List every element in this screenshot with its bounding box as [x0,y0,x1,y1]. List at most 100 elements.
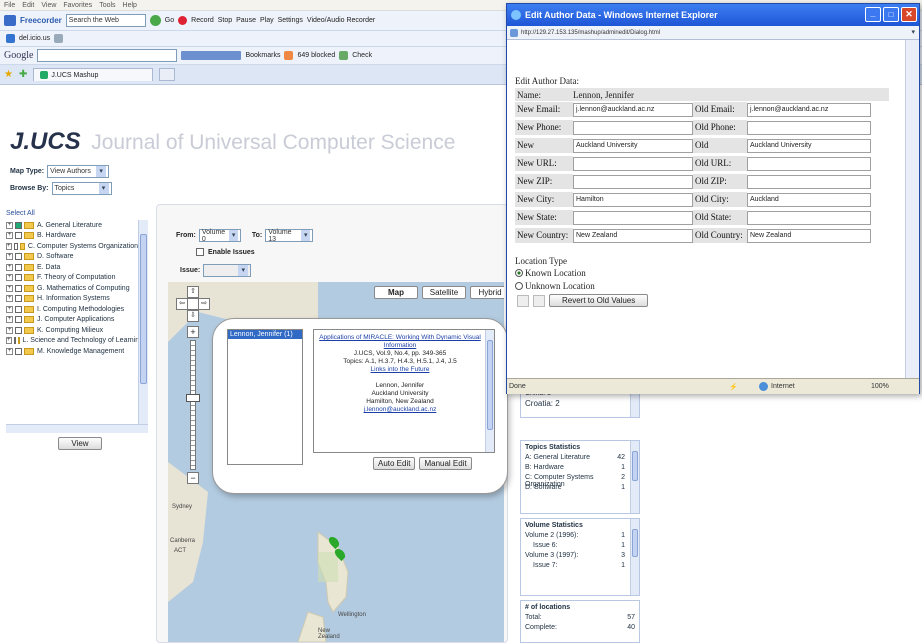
topic-tree-item[interactable]: + H. Information Systems [6,294,138,305]
topic-tree-item[interactable]: + M. Knowledge Management [6,346,138,357]
map-button[interactable]: Map [374,286,418,299]
new-field-input[interactable] [573,120,693,135]
go-button[interactable]: Go [165,17,174,24]
google-tools-icon[interactable] [181,51,242,60]
topic-checkbox[interactable] [15,232,22,240]
zoom-level[interactable]: 100% [871,383,889,390]
pan-up-button[interactable]: ⇧ [187,286,199,298]
popup-url[interactable]: http://129.27.153.135/mashup/adminedit/D… [521,30,660,36]
menu-edit[interactable]: Edit [22,2,34,9]
scrollbar-thumb[interactable] [140,234,147,384]
expand-icon[interactable]: + [6,305,13,313]
new-field-input[interactable]: j.lennon@auckland.ac.nz [573,102,693,117]
expand-icon[interactable]: + [6,326,13,334]
browse-by-select[interactable]: Topics ▾ [51,182,112,195]
topic-checkbox[interactable] [15,316,22,324]
zoom-slider-handle[interactable] [186,394,200,402]
topic-checkbox[interactable] [15,274,22,282]
delicious-link[interactable]: del.icio.us [19,35,50,42]
zoom-out-button[interactable]: − [187,472,199,484]
topic-tree-scrollbar[interactable] [138,220,148,424]
menu-favorites[interactable]: Favorites [63,2,92,9]
expand-icon[interactable]: + [6,316,13,324]
topic-tree-item[interactable]: + F. Theory of Computation [6,273,138,284]
menu-help[interactable]: Help [123,2,137,9]
expand-icon[interactable]: + [6,221,13,229]
spellcheck-icon[interactable] [339,51,349,60]
volume-scrollbar[interactable] [630,519,639,595]
new-field-input[interactable] [573,174,693,189]
blocked-count[interactable]: 649 blocked [297,52,335,59]
topic-tree-item[interactable]: + A. General Literature [6,220,138,231]
topic-tree-item[interactable]: + K. Computing Milieux [6,325,138,336]
chevron-down-icon[interactable]: ▾ [911,28,915,36]
zoom-slider-track[interactable] [190,340,196,470]
topics-scrollbar[interactable] [630,441,639,513]
satellite-button[interactable]: Satellite [422,286,466,299]
web-search-input[interactable]: Search the Web [65,14,146,27]
new-field-input[interactable]: Hamilton [573,192,693,207]
topic-checkbox[interactable] [15,295,22,303]
topic-checkbox[interactable] [15,263,22,271]
expand-icon[interactable]: + [6,284,13,292]
delicious-icon[interactable] [6,34,15,43]
author-list-item[interactable]: Lennon, Jennifer (1) [228,330,302,339]
new-field-input[interactable]: Auckland University [573,138,693,153]
expand-icon[interactable]: + [6,253,13,261]
auto-edit-button[interactable]: Auto Edit [373,457,416,470]
tab-jucs-mashup[interactable]: J.UCS Mashup [33,68,154,81]
expand-icon[interactable]: + [6,232,13,240]
enable-issues-checkbox[interactable] [196,248,204,256]
video-recorder-button[interactable]: Video/Audio Recorder [307,17,375,24]
topic-checkbox[interactable] [15,326,22,334]
popup-titlebar[interactable]: Edit Author Data - Windows Internet Expl… [507,4,919,26]
known-location-radio[interactable] [515,269,523,277]
expand-icon[interactable]: + [6,295,13,303]
expand-icon[interactable]: + [6,337,12,345]
new-field-input[interactable]: New Zealand [573,228,693,243]
hybrid-button[interactable]: Hybrid [470,286,504,299]
topic-tree-item[interactable]: + G. Mathematics of Computing [6,283,138,294]
site-logo[interactable]: J.UCS [10,128,81,155]
check-button[interactable]: Check [352,52,372,59]
topic-tree-item[interactable]: + C. Computer Systems Organization [6,241,138,252]
close-button[interactable]: ✕ [901,7,917,22]
scrollbar-thumb[interactable] [632,451,638,481]
scrollbar-thumb[interactable] [632,529,638,557]
zoom-in-button[interactable]: + [187,326,199,338]
record-button[interactable]: Record [191,17,214,24]
menu-file[interactable]: File [4,2,15,9]
scrollbar-thumb[interactable] [487,340,493,430]
revert-button[interactable]: Revert to Old Values [549,294,649,307]
topic-checkbox[interactable] [15,253,22,261]
minimize-button[interactable]: _ [865,7,881,22]
add-favorite-icon[interactable]: ✚ [19,69,27,80]
topic-tree-item[interactable]: + D. Software [6,252,138,263]
unknown-location-radio[interactable] [515,282,523,290]
popup-blocker-icon[interactable] [284,51,294,60]
popup-scrollbar[interactable] [905,40,919,380]
links-into-future-link[interactable]: Links into the Future [318,366,482,374]
play-button[interactable]: Play [260,17,274,24]
topic-tree-item[interactable]: + J. Computer Applications [6,315,138,326]
expand-icon[interactable]: + [6,347,13,355]
menu-view[interactable]: View [41,2,56,9]
topic-checkbox[interactable] [13,337,16,345]
article-email-link[interactable]: j.lennon@auckland.ac.nz [318,406,482,414]
pan-right-button[interactable]: ⇨ [198,298,210,310]
menu-tools[interactable]: Tools [99,2,115,9]
known-location-option[interactable]: Known Location [515,268,586,278]
map-type-select[interactable]: View Authors ▾ [47,165,110,178]
topic-tree-item[interactable]: + B. Hardware [6,231,138,242]
manual-edit-button[interactable]: Manual Edit [419,457,472,470]
topic-checkbox[interactable] [15,305,22,313]
topic-tree-item[interactable]: + L. Science and Technology of Learning [6,336,143,347]
topic-checkbox[interactable] [15,221,22,229]
topic-tree-item[interactable]: + E. Data [6,262,138,273]
topic-checkbox[interactable] [15,284,22,292]
pan-down-button[interactable]: ⇩ [187,310,199,322]
to-volume-select[interactable]: Volume 13 ▾ [265,229,314,243]
article-scrollbar[interactable] [485,330,494,452]
new-tab-button[interactable] [159,68,176,81]
new-field-input[interactable] [573,156,693,171]
